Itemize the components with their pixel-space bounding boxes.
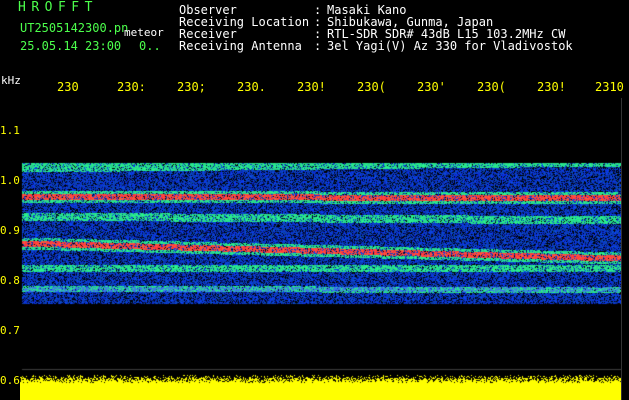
timestamp-extra: 0.. [139,39,161,53]
frequency-tick: 0.6 [0,374,20,387]
time-tick: 230; [177,80,206,94]
frequency-tick: 0.7 [0,324,20,337]
frequency-tick: 0.8 [0,274,20,287]
spectrogram-canvas [20,98,621,400]
time-tick: 230. [237,80,266,94]
frequency-tick: 0.9 [0,224,20,237]
frequency-tick: 1.1 [0,124,20,137]
time-tick: 230 [57,80,79,94]
time-tick: 230( [477,80,506,94]
observation-kind: meteor [124,26,164,39]
info-value-antenna: 3el Yagi(V) Az 330 for Vladivostok [327,39,573,53]
info-colon: : [314,39,322,53]
frequency-tick: 1.0 [0,174,20,187]
time-tick: 230! [297,80,326,94]
file-name: UT2505142300.pn [20,21,129,35]
info-label-antenna: Receiving Antenna [179,39,302,53]
time-tick: 230( [357,80,386,94]
time-tick: 230! [537,80,566,94]
frequency-unit-label: kHz [1,74,21,87]
time-tick: 2310 [595,80,624,94]
time-tick: 230' [417,80,446,94]
timestamp: 25.05.14 23:00 [20,39,122,53]
app-title: HROFFT [18,0,98,15]
time-tick: 230: [117,80,146,94]
right-border-line [621,98,622,400]
